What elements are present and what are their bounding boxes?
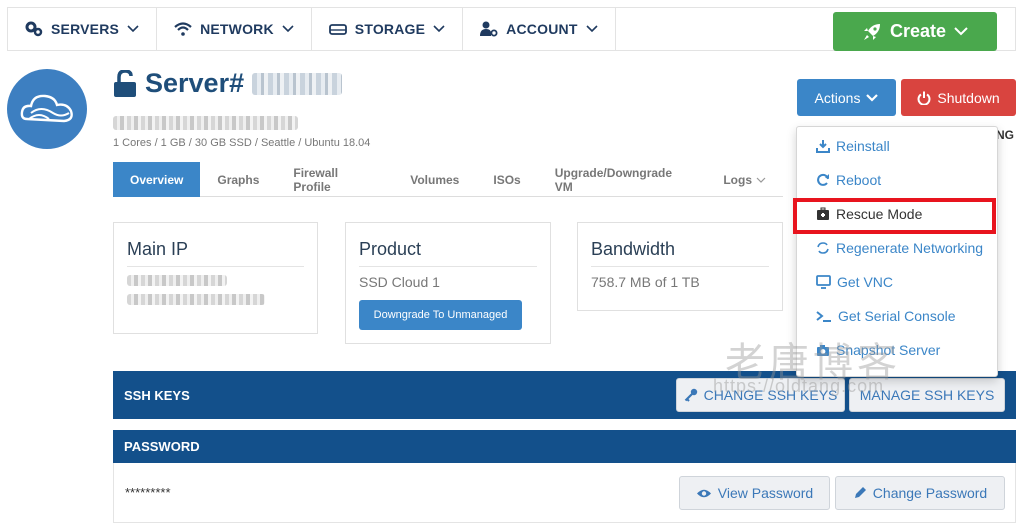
change-ssh-keys-label: CHANGE SSH KEYS bbox=[703, 387, 838, 403]
nav-storage[interactable]: STORAGE bbox=[312, 8, 464, 50]
menu-item-label: Regenerate Networking bbox=[836, 240, 984, 256]
download-icon bbox=[816, 140, 830, 153]
menu-item-label: Reinstall bbox=[836, 138, 890, 154]
refresh-icon bbox=[817, 173, 829, 186]
tab-overview[interactable]: Overview bbox=[113, 162, 201, 197]
manage-ssh-keys-label: MANAGE SSH KEYS bbox=[859, 387, 995, 403]
menu-item-reinstall[interactable]: Reinstall bbox=[816, 138, 890, 154]
masked-password: ********* bbox=[125, 485, 171, 500]
key-icon bbox=[684, 388, 697, 402]
downgrade-to-unmanaged-button[interactable]: Downgrade To Unmanaged bbox=[359, 300, 522, 330]
nav-account[interactable]: ACCOUNT bbox=[463, 8, 616, 50]
menu-item-label: Snapshot Server bbox=[836, 342, 941, 358]
menu-item-label: Get Serial Console bbox=[838, 308, 956, 324]
bandwidth-value: 758.7 MB of 1 TB bbox=[591, 274, 700, 290]
server-name: Server# bbox=[145, 68, 245, 98]
redacted-server-id bbox=[252, 72, 343, 95]
bandwidth-panel: Bandwidth 758.7 MB of 1 TB bbox=[577, 222, 783, 311]
nav-storage-label: STORAGE bbox=[354, 21, 426, 37]
server-status: NG bbox=[996, 128, 1014, 142]
bandwidth-title: Bandwidth bbox=[591, 239, 676, 259]
main-ip-title: Main IP bbox=[127, 239, 189, 259]
product-panel: Product SSD Cloud 1 Downgrade To Unmanag… bbox=[345, 222, 551, 344]
chevron-down-icon bbox=[954, 27, 968, 36]
password-bar: PASSWORD bbox=[113, 430, 1016, 463]
server-specs: 1 Cores / 1 GB / 30 GB SSD / Seattle / U… bbox=[113, 137, 371, 149]
unlock-icon bbox=[114, 69, 136, 97]
rocket-icon bbox=[863, 23, 880, 40]
view-password-button[interactable]: View Password bbox=[679, 476, 830, 510]
ssh-keys-title: SSH KEYS bbox=[124, 387, 190, 403]
server-tabs: Overview Graphs Firewall Profile Volumes… bbox=[113, 162, 783, 197]
password-title: PASSWORD bbox=[124, 439, 200, 454]
nav-network-label: NETWORK bbox=[200, 21, 274, 37]
chevron-down-icon bbox=[756, 177, 766, 183]
nav-account-label: ACCOUNT bbox=[506, 21, 578, 37]
tab-volumes[interactable]: Volumes bbox=[393, 162, 476, 197]
hard-drive-icon bbox=[328, 23, 347, 35]
servers-gear-icon bbox=[25, 21, 43, 37]
menu-item-reboot[interactable]: Reboot bbox=[816, 172, 881, 188]
product-value: SSD Cloud 1 bbox=[359, 274, 440, 290]
menu-item-label: Reboot bbox=[836, 172, 882, 188]
nav-servers[interactable]: SERVERS bbox=[8, 8, 158, 50]
chevron-down-icon bbox=[433, 25, 445, 33]
chevron-down-icon bbox=[282, 25, 294, 33]
divider bbox=[359, 266, 537, 267]
actions-dropdown-menu: Reinstall Reboot Rescue Mode Regenerate … bbox=[796, 126, 998, 377]
wifi-icon bbox=[174, 22, 192, 36]
tab-logs[interactable]: Logs bbox=[706, 162, 783, 197]
eye-icon bbox=[696, 489, 711, 497]
server-title: Server# bbox=[113, 68, 343, 99]
nav-servers-label: SERVERS bbox=[51, 21, 120, 37]
create-button[interactable]: Create bbox=[833, 12, 997, 51]
create-label: Create bbox=[889, 21, 947, 41]
menu-item-label: Get VNC bbox=[837, 274, 894, 290]
chevron-down-icon bbox=[866, 93, 879, 102]
redacted-ipv6 bbox=[127, 294, 265, 305]
user-cog-icon bbox=[480, 21, 498, 37]
chevron-down-icon bbox=[586, 25, 598, 33]
sync-icon bbox=[817, 242, 829, 254]
nav-network[interactable]: NETWORK bbox=[157, 8, 312, 50]
change-password-button[interactable]: Change Password bbox=[835, 476, 1005, 510]
rescue-mode-highlight bbox=[793, 198, 996, 234]
product-title: Product bbox=[359, 239, 422, 259]
change-password-label: Change Password bbox=[872, 485, 988, 501]
chevron-down-icon bbox=[127, 25, 139, 33]
view-password-label: View Password bbox=[717, 485, 814, 501]
manage-ssh-keys-button[interactable]: MANAGE SSH KEYS bbox=[849, 378, 1005, 412]
menu-item-get-serial-console[interactable]: Get Serial Console bbox=[816, 308, 956, 324]
tab-graphs[interactable]: Graphs bbox=[200, 162, 276, 197]
tab-firewall-profile[interactable]: Firewall Profile bbox=[276, 162, 393, 197]
main-ip-panel: Main IP bbox=[113, 222, 318, 334]
camera-icon bbox=[817, 344, 829, 356]
actions-button[interactable]: Actions bbox=[797, 79, 896, 116]
actions-label: Actions bbox=[814, 89, 861, 106]
menu-item-regenerate-networking[interactable]: Regenerate Networking bbox=[816, 240, 983, 256]
change-ssh-keys-button[interactable]: CHANGE SSH KEYS bbox=[676, 378, 845, 412]
terminal-icon bbox=[816, 311, 831, 322]
monitor-icon bbox=[816, 275, 831, 289]
server-os-logo bbox=[7, 69, 87, 149]
cloud-logo-icon bbox=[20, 94, 73, 123]
pencil-icon bbox=[854, 487, 866, 498]
tab-isos[interactable]: ISOs bbox=[476, 162, 537, 197]
menu-item-get-vnc[interactable]: Get VNC bbox=[816, 274, 893, 290]
redacted-ipv4 bbox=[127, 275, 227, 286]
shutdown-button[interactable]: Shutdown bbox=[901, 79, 1016, 116]
menu-item-snapshot-server[interactable]: Snapshot Server bbox=[816, 342, 940, 358]
divider bbox=[591, 266, 769, 267]
tab-logs-label: Logs bbox=[723, 172, 752, 187]
power-icon bbox=[917, 91, 931, 105]
shutdown-label: Shutdown bbox=[937, 89, 1000, 106]
redacted-hostname bbox=[113, 116, 298, 130]
tab-upgrade-downgrade[interactable]: Upgrade/Downgrade VM bbox=[538, 162, 707, 197]
divider bbox=[127, 266, 304, 267]
